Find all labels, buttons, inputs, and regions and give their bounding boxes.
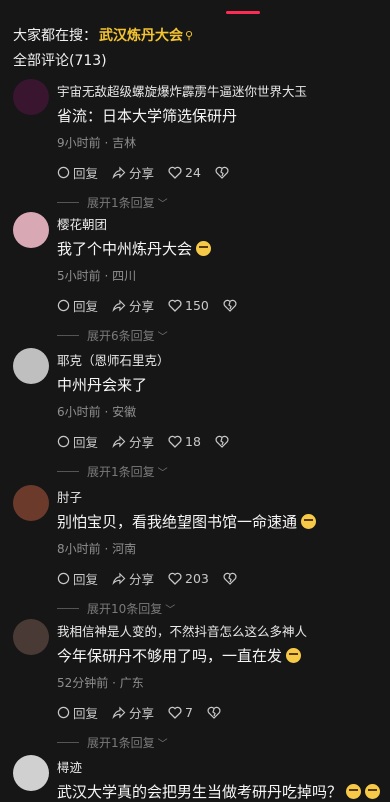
heart-icon xyxy=(168,435,182,448)
reply-icon xyxy=(57,572,70,585)
comment-text: 中州丹会来了 xyxy=(57,376,148,394)
heart-icon xyxy=(168,572,182,585)
avatar[interactable] xyxy=(13,212,49,248)
comment-text: 我了个中州炼丹大会 xyxy=(57,238,212,259)
comment-username[interactable]: 宇宙无敌超级螺旋爆炸霹雳牛逼迷你世界大玉 xyxy=(57,81,307,100)
thinking-emoji-icon xyxy=(286,648,302,663)
like-button[interactable]: 203 xyxy=(168,571,209,586)
comment-username[interactable]: 肘子 xyxy=(57,487,82,506)
like-button[interactable]: 18 xyxy=(168,434,201,449)
heart-icon xyxy=(168,706,182,719)
dislike-button[interactable] xyxy=(223,299,240,312)
expand-replies-button[interactable]: 展开1条回复 ﹀ xyxy=(57,463,168,480)
active-tab-indicator xyxy=(226,11,260,14)
broken-heart-icon xyxy=(223,299,237,312)
broken-heart-icon xyxy=(215,435,229,448)
comment-username[interactable]: 樳迹 xyxy=(57,757,82,776)
chevron-down-icon: ﹀ xyxy=(157,468,168,479)
comment-actions: 回复 分享 203 xyxy=(57,569,254,588)
share-button[interactable]: 分享 xyxy=(112,163,154,182)
comment-username[interactable]: 耶克（恩师石里克） xyxy=(57,350,170,369)
like-count: 150 xyxy=(185,298,209,313)
reply-button[interactable]: 回复 xyxy=(57,296,98,315)
share-icon xyxy=(112,299,126,312)
comment-meta: 52分钟前 · 广东 xyxy=(57,676,144,690)
expand-replies-button[interactable]: 展开6条回复 ﹀ xyxy=(57,327,168,344)
reply-button[interactable]: 回复 xyxy=(57,163,98,182)
reply-button[interactable]: 回复 xyxy=(57,432,98,451)
reply-icon xyxy=(57,166,70,179)
chevron-down-icon: ﹀ xyxy=(157,332,168,343)
chevron-down-icon: ﹀ xyxy=(157,199,168,210)
share-icon xyxy=(112,572,126,585)
comment-username[interactable]: 樱花朝团 xyxy=(57,214,107,233)
share-button[interactable]: 分享 xyxy=(112,569,154,588)
share-button[interactable]: 分享 xyxy=(112,703,154,722)
like-count: 203 xyxy=(185,571,209,586)
share-button[interactable]: 分享 xyxy=(112,432,154,451)
reply-icon xyxy=(57,299,70,312)
dislike-button[interactable] xyxy=(215,166,232,179)
broken-heart-icon xyxy=(223,572,237,585)
avatar[interactable] xyxy=(13,619,49,655)
comment-actions: 回复 分享 150 xyxy=(57,296,254,315)
avatar[interactable] xyxy=(13,755,49,791)
comment-text: 省流：日本大学筛选保研丹 xyxy=(57,107,238,125)
thinking-emoji-icon xyxy=(346,784,362,799)
dislike-button[interactable] xyxy=(207,706,224,719)
share-icon xyxy=(112,435,126,448)
search-icon: ⚲ xyxy=(185,28,194,42)
like-count: 18 xyxy=(185,434,201,449)
comment-actions: 回复 分享 7 xyxy=(57,703,238,722)
comment-count: 全部评论(713) xyxy=(13,53,107,69)
comment-actions: 回复 分享 18 xyxy=(57,432,246,451)
comment-text: 今年保研丹不够用了吗，一直在发 xyxy=(57,645,302,666)
like-button[interactable]: 24 xyxy=(168,165,201,180)
search-keyword[interactable]: 武汉炼丹大会 xyxy=(99,25,183,45)
broken-heart-icon xyxy=(207,706,221,719)
laughing-emoji-icon xyxy=(196,241,212,256)
comment-meta: 9小时前 · 吉林 xyxy=(57,136,137,150)
search-prefix: 大家都在搜： xyxy=(13,28,97,44)
comment-meta: 5小时前 · 四川 xyxy=(57,269,137,283)
dislike-button[interactable] xyxy=(223,572,240,585)
comment-actions: 回复 分享 24 xyxy=(57,163,246,182)
expand-replies-button[interactable]: 展开1条回复 ﹀ xyxy=(57,194,168,211)
share-icon xyxy=(112,166,126,179)
like-button[interactable]: 7 xyxy=(168,705,193,720)
like-count: 7 xyxy=(185,705,193,720)
comment-meta: 6小时前 · 安徽 xyxy=(57,405,137,419)
reply-icon xyxy=(57,706,70,719)
comment-text: 别怕宝贝，看我绝望图书馆一命速通 xyxy=(57,511,317,532)
chevron-down-icon: ﹀ xyxy=(157,739,168,750)
comment-username[interactable]: 我相信神是人变的，不然抖音怎么这么多神人 xyxy=(57,621,307,640)
heart-icon xyxy=(168,299,182,312)
like-count: 24 xyxy=(185,165,201,180)
trending-search-bar[interactable]: 大家都在搜： 武汉炼丹大会 ⚲ xyxy=(13,25,193,45)
thinking-emoji-icon xyxy=(365,784,381,799)
broken-heart-icon xyxy=(215,166,229,179)
share-icon xyxy=(112,706,126,719)
expand-replies-button[interactable]: 展开10条回复 ﹀ xyxy=(57,600,175,617)
reply-icon xyxy=(57,435,70,448)
avatar[interactable] xyxy=(13,348,49,384)
avatar[interactable] xyxy=(13,485,49,521)
chevron-down-icon: ﹀ xyxy=(165,605,176,616)
comment-text: 武汉大学真的会把男生当做考研丹吃掉吗？ xyxy=(57,781,381,802)
reply-button[interactable]: 回复 xyxy=(57,569,98,588)
heart-icon xyxy=(168,166,182,179)
like-button[interactable]: 150 xyxy=(168,298,209,313)
expand-replies-button[interactable]: 展开1条回复 ﹀ xyxy=(57,734,168,751)
smiling-emoji-icon xyxy=(301,514,317,529)
reply-button[interactable]: 回复 xyxy=(57,703,98,722)
share-button[interactable]: 分享 xyxy=(112,296,154,315)
dislike-button[interactable] xyxy=(215,435,232,448)
comment-meta: 8小时前 · 河南 xyxy=(57,542,137,556)
avatar[interactable] xyxy=(13,79,49,115)
